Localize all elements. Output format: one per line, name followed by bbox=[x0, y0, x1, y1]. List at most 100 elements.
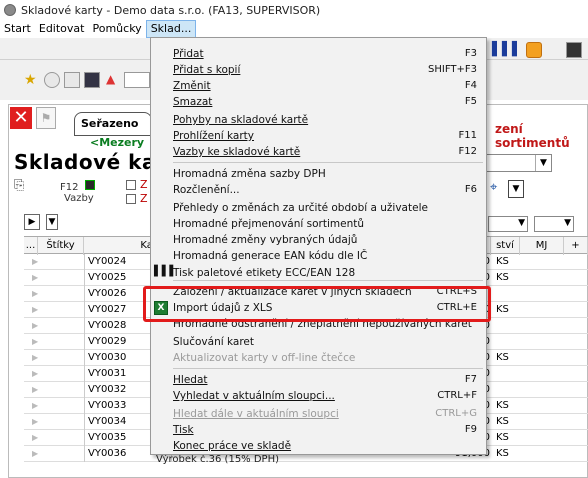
row-marker-icon: ▶ bbox=[32, 257, 39, 266]
menu-item-label: Hledat dále v aktuálním sloupci bbox=[173, 408, 339, 420]
menu-item-label: Pohyby na skladové kartě bbox=[173, 114, 309, 126]
menu-item-prehledy[interactable]: Přehledy o změnách za určité období a už… bbox=[173, 200, 483, 216]
row-unit: KS bbox=[496, 432, 509, 443]
row-unit bbox=[494, 334, 534, 350]
barcode-icon[interactable]: ▌▌▌ bbox=[492, 42, 522, 58]
menu-item-pridat-s-kopii[interactable]: Přidat s kopií SHIFT+F3 bbox=[173, 62, 483, 78]
row-unit bbox=[494, 366, 534, 382]
triangle-icon[interactable]: ▲ bbox=[106, 72, 122, 88]
menu-item-label: Prohlížení karty bbox=[173, 130, 255, 142]
menu-item-tisk[interactable]: Tisk F9 bbox=[173, 422, 483, 438]
row-unit: KS bbox=[496, 304, 509, 315]
menu-item-smazat[interactable]: Smazat F5 bbox=[173, 94, 483, 110]
sortiment-label: zení sortimentů bbox=[495, 122, 570, 150]
flag-icon[interactable]: ⚑ bbox=[36, 107, 56, 129]
app-icon bbox=[4, 4, 16, 16]
menu-item-label: Tisk bbox=[173, 424, 194, 436]
menu-item-prohlizeni[interactable]: Prohlížení karty F11 bbox=[173, 128, 483, 144]
f12-flag-icon bbox=[84, 180, 95, 190]
toolbar-dark-icon[interactable] bbox=[566, 42, 582, 58]
row-marker-icon: ▶ bbox=[32, 321, 39, 330]
menu-item-slucovani[interactable]: Slučování karet bbox=[173, 334, 483, 350]
menu-item-rozcleneni[interactable]: Rozčlenění... F6 bbox=[173, 182, 483, 198]
menu-item-hledat[interactable]: Hledat F7 bbox=[173, 372, 483, 388]
last-row-name: Výrobek č.36 (15% DPH) bbox=[156, 454, 280, 465]
checkbox-z1[interactable] bbox=[126, 180, 136, 190]
toolbar-orange-icon[interactable] bbox=[526, 42, 542, 58]
row-unit: KS bbox=[496, 416, 509, 427]
column-filter-1[interactable]: ▼ bbox=[488, 216, 528, 232]
menu-item-label: Hromadná změna sazby DPH bbox=[173, 168, 326, 180]
menu-item-label: Přidat bbox=[173, 48, 204, 60]
chevron-down-icon[interactable]: ▼ bbox=[535, 155, 551, 171]
menu-separator bbox=[173, 368, 483, 369]
row-unit: KS bbox=[496, 400, 509, 411]
binoculars-icon[interactable]: ⌖ bbox=[490, 180, 508, 198]
monitor-icon[interactable] bbox=[84, 72, 100, 88]
menu-item-hledat-dale[interactable]: Hledat dále v aktuálním sloupci CTRL+G bbox=[173, 406, 483, 422]
toolbar-field[interactable] bbox=[124, 72, 150, 88]
menu-item-shortcut: F7 bbox=[464, 374, 477, 385]
row-unit: KS bbox=[496, 352, 509, 363]
menubar: Start Editovat Pomůcky Sklad... bbox=[0, 20, 588, 38]
menu-item-shortcut: F4 bbox=[464, 80, 477, 91]
z-label-2: Z bbox=[140, 192, 148, 205]
menu-sklad[interactable]: Sklad... bbox=[145, 20, 197, 38]
z-label-1: Z bbox=[140, 178, 148, 191]
checkbox-z2[interactable] bbox=[126, 194, 136, 204]
menu-item-zmenit[interactable]: Změnit F4 bbox=[173, 78, 483, 94]
menu-item-generace-ean[interactable]: Hromadná generace EAN kódu dle IČ bbox=[173, 248, 483, 264]
star-icon[interactable]: ★ bbox=[24, 72, 40, 88]
menu-item-vyhledat[interactable]: Vyhledat v aktuálním sloupci... CTRL+F bbox=[173, 388, 483, 404]
menu-item-aktualizovat-ctecka[interactable]: Aktualizovat karty v off-line čtečce bbox=[173, 350, 483, 366]
f12-box[interactable]: F12 Vazby bbox=[20, 180, 95, 204]
row-marker-icon: ▶ bbox=[32, 401, 39, 410]
chevron-down-icon: ▼ bbox=[518, 218, 525, 228]
menu-item-shortcut: CTRL+F bbox=[437, 390, 477, 401]
column-filter-2[interactable]: ▼ bbox=[534, 216, 574, 232]
row-unit: KS bbox=[496, 448, 509, 459]
menu-item-label: Přehledy o změnách za určité období a už… bbox=[173, 202, 428, 214]
menu-item-shortcut: F5 bbox=[464, 96, 477, 107]
row-marker-icon: ▶ bbox=[32, 337, 39, 346]
window-title: Skladové karty - Demo data s.r.o. (FA13,… bbox=[21, 3, 321, 17]
menu-item-label: Přidat s kopií bbox=[173, 64, 241, 76]
col-header-plus[interactable]: + bbox=[564, 237, 588, 255]
tab-sorted[interactable]: Seřazeno bbox=[74, 112, 152, 136]
menu-start[interactable]: Start bbox=[0, 20, 35, 38]
menu-item-shortcut: F9 bbox=[464, 424, 477, 435]
menu-item-label: Vazby ke skladové kartě bbox=[173, 146, 301, 158]
window-icon[interactable] bbox=[64, 72, 80, 88]
menu-pomucky[interactable]: Pomůcky bbox=[88, 20, 145, 38]
menu-item-shortcut: F11 bbox=[458, 130, 477, 141]
menu-editovat[interactable]: Editovat bbox=[35, 20, 89, 38]
menu-item-konec[interactable]: Konec práce ve skladě bbox=[173, 438, 483, 454]
menu-item-tisk-etikety[interactable]: Tisk paletové etikety ECC/EAN 128 bbox=[173, 265, 483, 281]
menu-item-shortcut: F12 bbox=[458, 146, 477, 157]
menu-item-vazby[interactable]: Vazby ke skladové kartě F12 bbox=[173, 144, 483, 160]
row-unit: KS bbox=[496, 272, 509, 283]
row-marker-icon: ▶ bbox=[32, 273, 39, 282]
col-header-dots[interactable]: ... bbox=[24, 237, 38, 255]
clock-icon[interactable] bbox=[44, 72, 60, 88]
menu-item-prejmenovani[interactable]: Hromadné přejmenování sortimentů bbox=[173, 216, 483, 232]
menu-item-pridat[interactable]: Přidat F3 bbox=[173, 46, 483, 62]
close-icon[interactable]: ✕ bbox=[10, 107, 32, 129]
col-header-stvi[interactable]: ství bbox=[490, 237, 520, 255]
menu-separator bbox=[173, 162, 483, 163]
menu-item-hromadne-zmeny[interactable]: Hromadné změny vybraných údajů bbox=[173, 232, 483, 248]
menu-item-pohyby[interactable]: Pohyby na skladové kartě bbox=[173, 112, 483, 128]
menu-item-shortcut: CTRL+G bbox=[435, 408, 477, 419]
col-header-stitky[interactable]: Štítky bbox=[38, 237, 84, 255]
f12-label: F12 bbox=[60, 182, 79, 193]
sort-hint: <Mezery bbox=[90, 136, 145, 149]
row-marker-icon: ▶ bbox=[32, 369, 39, 378]
chevron-down-icon: ▼ bbox=[564, 218, 571, 228]
grid-dropdown-icon[interactable]: ▼ bbox=[46, 214, 58, 230]
row-marker-icon: ▶ bbox=[32, 353, 39, 362]
dropdown-arrow-icon[interactable]: ▼ bbox=[508, 180, 524, 198]
col-header-mj[interactable]: MJ bbox=[520, 237, 564, 255]
row-marker-icon: ▶ bbox=[32, 289, 39, 298]
grid-nav-icon[interactable]: ▶ bbox=[24, 214, 40, 230]
menu-item-hromadna-zmena-dph[interactable]: Hromadná změna sazby DPH bbox=[173, 166, 483, 182]
